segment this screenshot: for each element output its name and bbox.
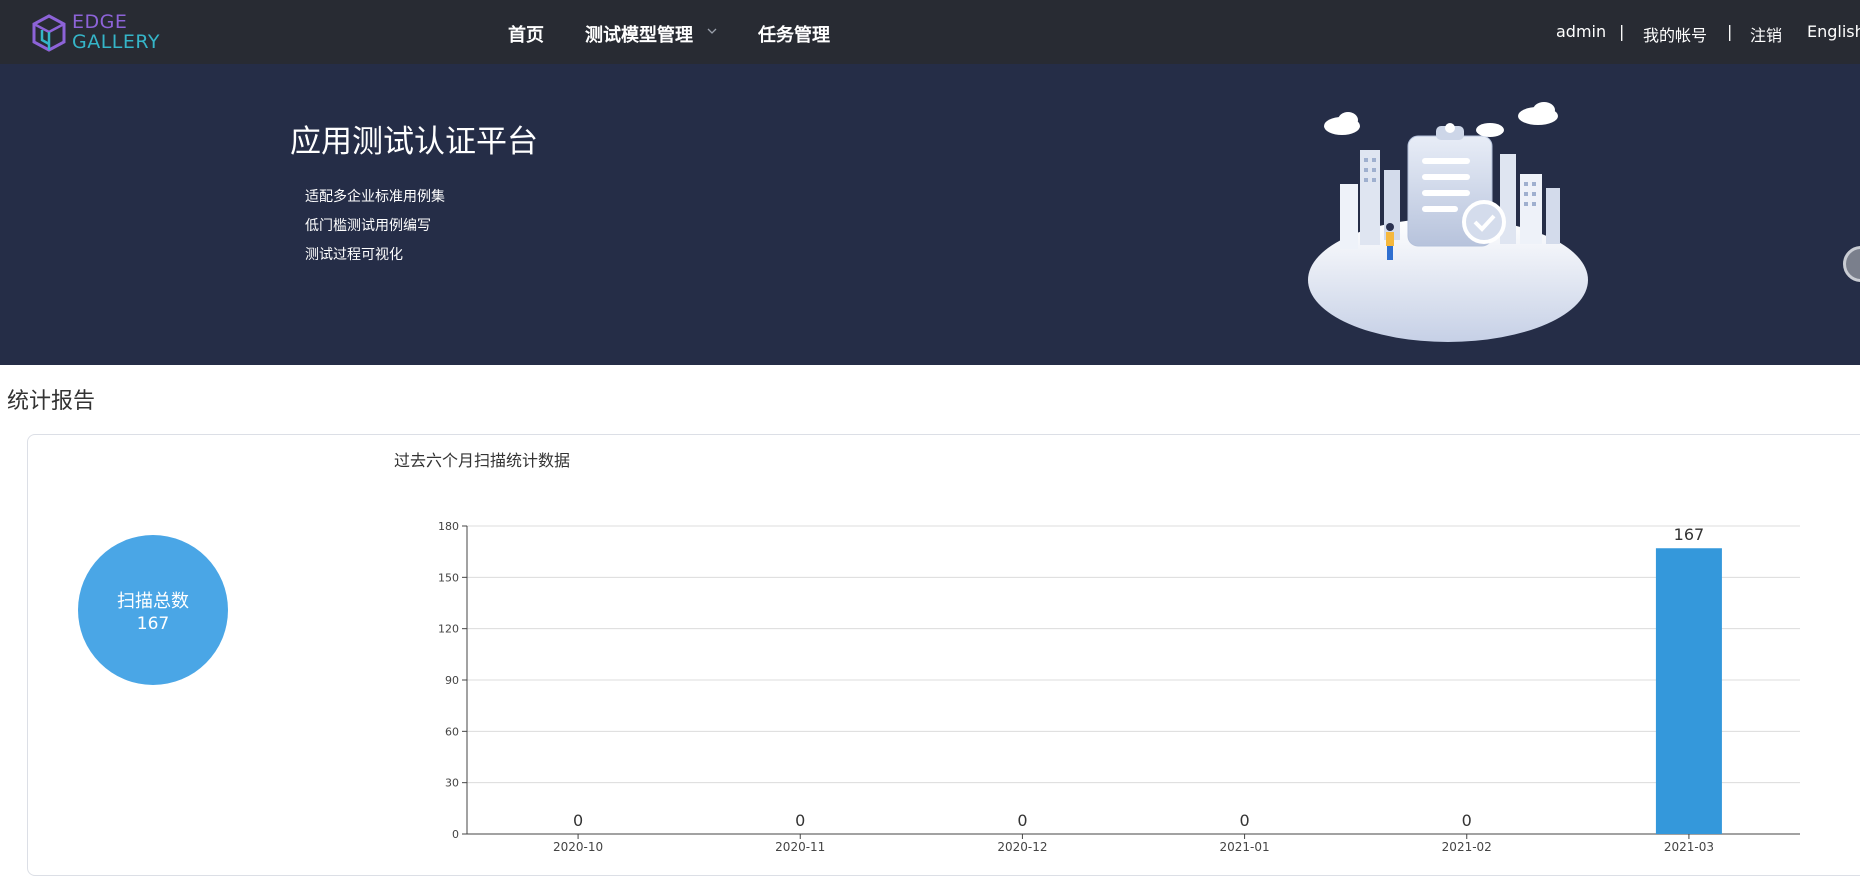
x-tick-label: 2021-02 <box>1442 840 1492 854</box>
bar <box>1655 548 1722 834</box>
scan-bar-chart: 0 30 60 90 120 150 180 0 2020-10 0 2020-11 0 2020-12… <box>438 520 1800 854</box>
y-tick-label: 60 <box>445 725 459 738</box>
y-tick-label: 30 <box>445 777 459 790</box>
y-tick-label: 0 <box>452 828 459 841</box>
y-tick-label: 150 <box>438 571 459 584</box>
x-tick-label: 2020-10 <box>553 840 603 854</box>
x-tick-label: 2021-03 <box>1664 840 1714 854</box>
data-label: 0 <box>795 811 805 830</box>
x-tick-label: 2020-11 <box>775 840 825 854</box>
y-tick-label: 120 <box>438 623 459 636</box>
x-tick-label: 2021-01 <box>1220 840 1270 854</box>
x-tick-label: 2020-12 <box>997 840 1047 854</box>
data-label: 167 <box>1674 525 1705 544</box>
data-label: 0 <box>573 811 583 830</box>
y-tick-label: 180 <box>438 520 459 533</box>
y-tick-label: 90 <box>445 674 459 687</box>
data-label: 0 <box>1017 811 1027 830</box>
data-label: 0 <box>1239 811 1249 830</box>
data-label: 0 <box>1462 811 1472 830</box>
